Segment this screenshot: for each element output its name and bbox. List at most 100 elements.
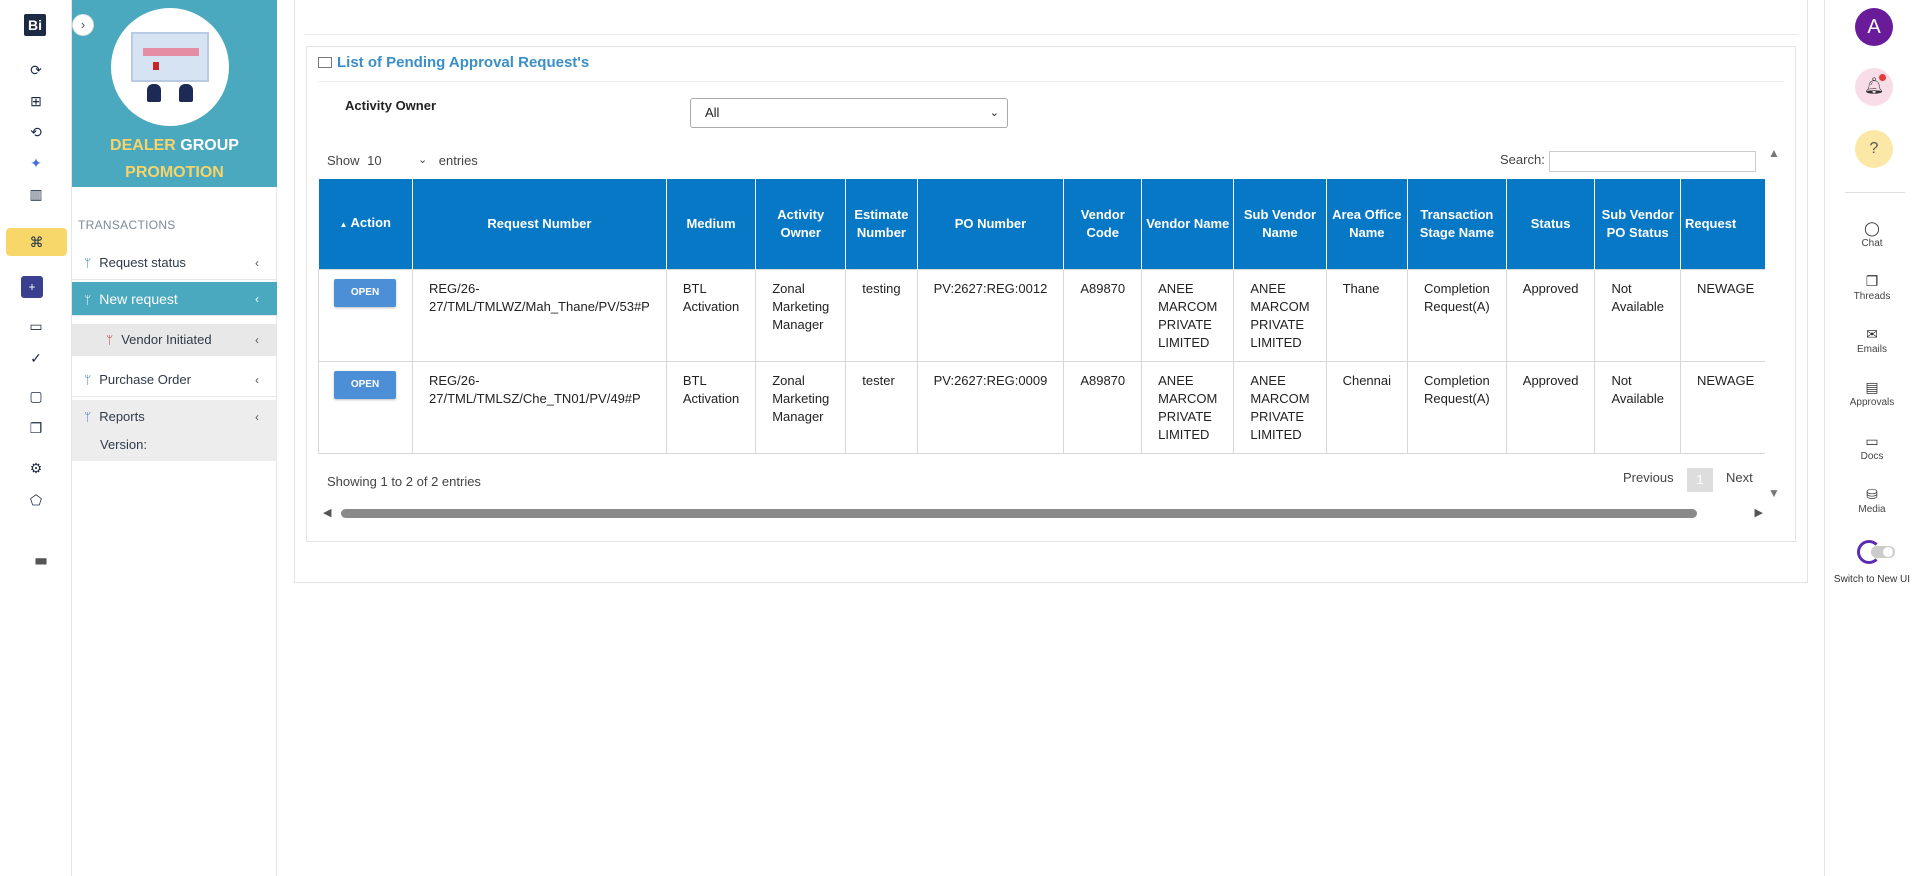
add-icon[interactable]: + [21,276,43,298]
sidebar-item-request-status[interactable]: ᛘ Request status ‹ [72,246,277,280]
sub-vendor-po-status-cell: Not Available [1594,268,1681,362]
list-icon [318,57,332,68]
scroll-down-arrow-icon[interactable]: ▼ [1768,486,1780,500]
sidebar-item-new-request[interactable]: ᛘ New request ‹ [72,282,277,316]
module-icon[interactable]: ⟲ [28,124,44,140]
medium-cell: BTL Activation [665,360,757,454]
sidebar-section-title: TRANSACTIONS [78,218,176,232]
open-button[interactable]: OPEN [334,370,396,399]
action-cell: OPEN [318,268,413,362]
table-header-row: ▲ Action Request Number Medium Activity … [318,179,1765,269]
chat-icon: ◯ [1864,220,1880,236]
column-header-sub-vendor-name[interactable]: Sub Vendor Name [1233,179,1327,269]
command-icon[interactable]: ⌘ [6,228,67,256]
chevron-left-icon: ‹ [255,292,259,306]
medium-cell: BTL Activation [665,268,757,362]
sidebar-item-purchase-order[interactable]: ᛘ Purchase Order ‹ [72,363,277,397]
email-icon: ✉ [1866,326,1878,342]
divider [318,81,1784,82]
po-number-cell: PV:2627:REG:0009 [916,360,1065,454]
activity-owner-select[interactable]: All ⌄ [690,98,1008,128]
switch-ui-label: Switch to New UI [1833,574,1911,585]
open-button[interactable]: OPEN [334,278,396,307]
scroll-right-arrow-icon[interactable]: ▶ [1755,506,1763,519]
table-info: Showing 1 to 2 of 2 entries [327,474,481,489]
chevron-left-icon: ‹ [255,373,259,387]
new-ui-toggle[interactable] [1857,540,1895,564]
tag-icon[interactable]: ⬠ [28,492,44,508]
banner-title: DEALER GROUP PROMOTION [110,137,239,181]
threads-icon[interactable]: ❐ [28,420,44,436]
scrollbar-thumb[interactable] [341,509,1697,518]
column-header-estimate-number[interactable]: Estimate Number [845,179,918,269]
column-header-vendor-code[interactable]: Vendor Code [1063,179,1143,269]
request-number-cell: REG/26-27/TML/TMLSZ/Che_TN01/PV/49#P [412,360,667,454]
estimate-number-cell: tester [845,360,918,454]
request-number-cell: REG/26-27/TML/TMLWZ/Mah_Thane/PV/53#P [412,268,667,362]
help-icon[interactable]: ? [1855,130,1893,168]
page-title: List of Pending Approval Request's [318,54,589,71]
scroll-up-arrow-icon[interactable]: ▲ [1768,146,1780,160]
version-label: Version: [72,429,277,461]
column-header-status[interactable]: Status [1506,179,1596,269]
activity-owner-cell: Zonal Marketing Manager [755,360,847,454]
activity-owner-cell: Zonal Marketing Manager [755,268,847,362]
dashboard-add-icon[interactable]: ⊞ [28,93,44,109]
column-header-area-office-name[interactable]: Area Office Name [1326,179,1409,269]
database-icon: ⛁ [1866,486,1878,502]
estimate-number-cell: testing [845,268,918,362]
column-header-activity-owner[interactable]: Activity Owner [755,179,847,269]
divider [304,34,1798,35]
sidebar-subitem-vendor-initiated[interactable]: ᛘ Vendor Initiated ‹ [72,324,277,356]
emails-nav[interactable]: ✉ Emails [1825,326,1918,355]
scroll-left-arrow-icon[interactable]: ◀ [323,506,331,519]
analytics-icon[interactable]: ▥ [28,186,44,202]
settings-icon[interactable]: ⚙ [28,460,44,476]
search-label: Search: [1500,152,1545,167]
folder-icon[interactable]: ▭ [28,318,44,334]
docs-nav[interactable]: ▭ Docs [1825,433,1918,462]
banner-illustration [111,8,229,126]
column-header-po-number[interactable]: PO Number [917,179,1065,269]
horizontal-scrollbar[interactable]: ◀ ▶ [323,506,1763,520]
previous-page-button[interactable]: Previous [1623,470,1674,485]
toggle-knob [1883,547,1893,557]
right-rail: A 🔔︎ ? ◯ Chat ❐ Threads ✉ Emails ▤ Approvals… [1824,0,1918,876]
refresh-icon[interactable]: ⟳ [28,62,44,78]
sub-vendor-po-status-cell: Not Available [1594,360,1681,454]
po-number-cell: PV:2627:REG:0012 [916,268,1065,362]
sub-vendor-name-cell: ANEE MARCOM PRIVATE LIMITED [1233,360,1327,454]
app-logo[interactable]: Bi [24,14,46,36]
inbox-tray-icon[interactable]: ▃ [26,548,56,564]
chat-nav[interactable]: ◯ Chat [1825,220,1918,249]
column-header-request[interactable]: Request [1680,179,1765,269]
threads-nav[interactable]: ❐ Threads [1825,273,1918,302]
chevron-down-icon: ⌄ [417,154,428,166]
vendor-code-cell: A89870 [1063,268,1143,362]
notification-bell-icon[interactable]: 🔔︎ [1855,68,1893,106]
search-input[interactable] [1549,151,1756,172]
sparkle-icon[interactable]: ✦ [28,155,44,171]
column-header-vendor-name[interactable]: Vendor Name [1141,179,1235,269]
area-office-cell: Chennai [1325,360,1409,454]
column-header-request-number[interactable]: Request Number [412,179,667,269]
stage-cell: Completion Request(A) [1407,360,1507,454]
next-page-button[interactable]: Next [1726,470,1753,485]
column-header-medium[interactable]: Medium [666,179,757,269]
page-number-button[interactable]: 1 [1687,468,1713,492]
action-cell: OPEN [318,360,413,454]
folder-icon: ▭ [1865,433,1879,449]
request-cell: NEWAGE [1679,268,1765,362]
column-header-action[interactable]: ▲ Action [318,179,413,269]
branch-icon: ᛘ [84,373,92,387]
media-nav[interactable]: ⛁ Media [1825,486,1918,515]
table-row: OPEN REG/26-27/TML/TMLWZ/Mah_Thane/PV/53… [318,268,1765,362]
entries-select[interactable]: 10 ⌄ [367,153,431,168]
column-header-transaction-stage[interactable]: Transaction Stage Name [1407,179,1507,269]
message-icon[interactable]: ▢ [28,388,44,404]
column-header-sub-vendor-po-status[interactable]: Sub Vendor PO Status [1594,179,1681,269]
avatar[interactable]: A [1855,8,1893,46]
sidebar-toggle-button[interactable]: › [72,14,94,36]
check-circle-icon[interactable]: ✓ [28,350,44,366]
approvals-nav[interactable]: ▤ Approvals [1825,379,1918,408]
